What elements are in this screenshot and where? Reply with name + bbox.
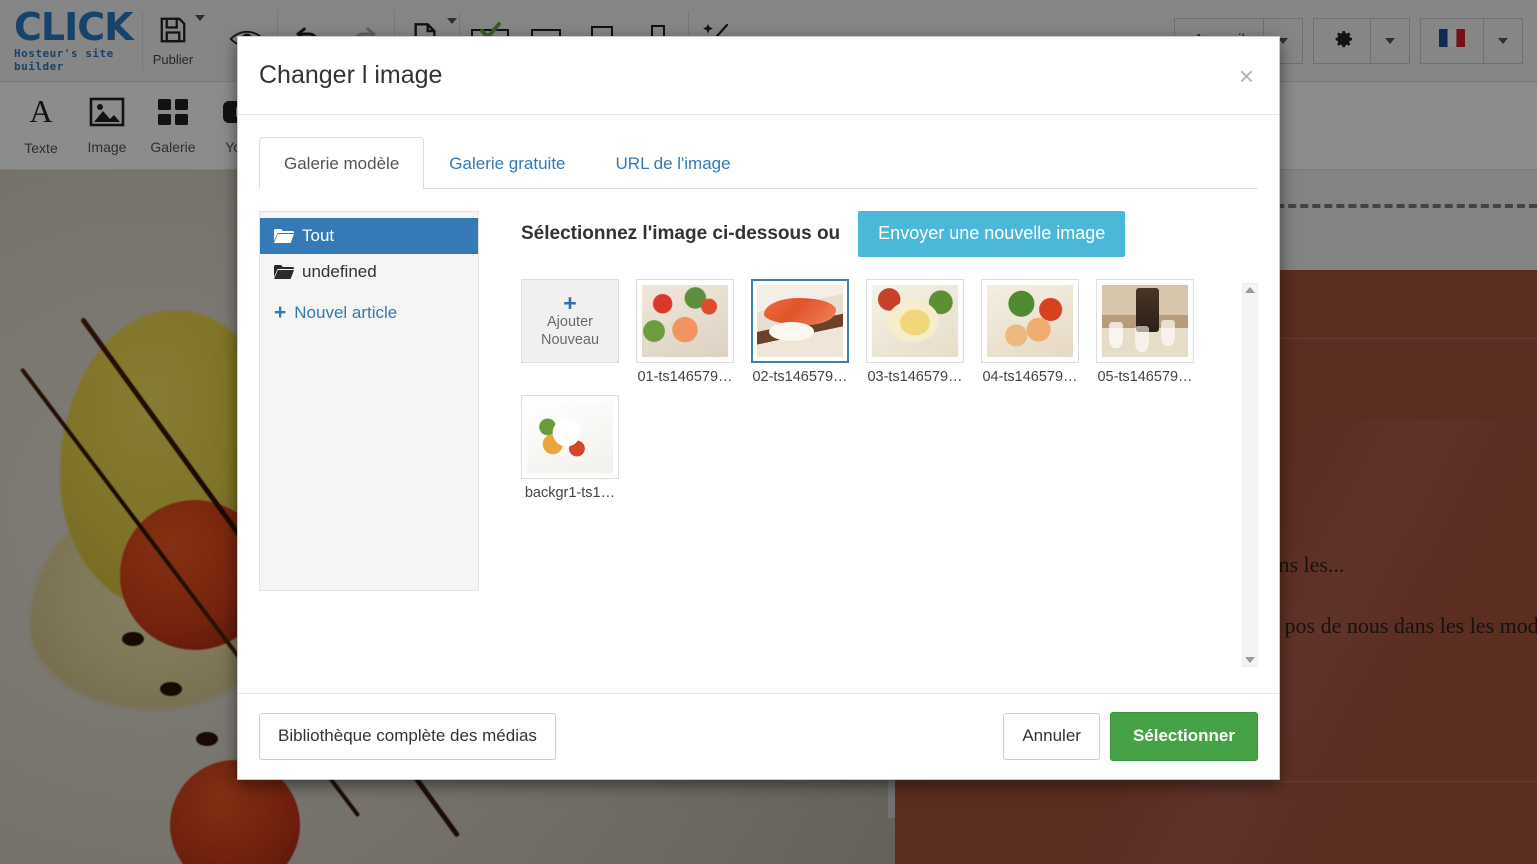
grid-scrollbar[interactable]: [1242, 282, 1258, 667]
add-tile-box: + Ajouter Nouveau: [521, 278, 619, 363]
plus-icon: +: [563, 289, 577, 316]
modal-panes: Tout undefined + Nouvel article Sélectio…: [259, 189, 1258, 693]
grid-header-label: Sélectionnez l'image ci-dessous ou: [521, 222, 841, 244]
scroll-down-arrow-icon[interactable]: [1245, 656, 1255, 663]
new-folder-button[interactable]: + Nouvel article: [260, 290, 478, 330]
folder-icon: [274, 228, 294, 244]
modal-header: Changer l image ×: [238, 37, 1279, 115]
image-thumbnail-selected[interactable]: 02-ts146579…: [751, 278, 849, 385]
image-thumbnail[interactable]: 04-ts146579…: [981, 278, 1079, 385]
folder-item-tout[interactable]: Tout: [260, 218, 478, 254]
tab-galerie-gratuite[interactable]: Galerie gratuite: [424, 137, 590, 189]
thumbnail-caption: 05-ts146579…: [1097, 368, 1193, 385]
modal-title: Changer l image: [259, 61, 443, 89]
tab-url-image[interactable]: URL de l'image: [591, 137, 756, 189]
scroll-up-arrow-icon[interactable]: [1245, 286, 1255, 293]
thumbnail-caption: backgr1-ts1…: [524, 484, 616, 501]
image-thumbnail[interactable]: backgr1-ts1…: [521, 394, 619, 501]
thumbnail-box: [981, 278, 1079, 363]
modal-footer: Bibliothèque complète des médias Annuler…: [238, 693, 1279, 779]
plus-icon: +: [274, 301, 287, 324]
add-tile-line1: Ajouter: [547, 313, 593, 330]
add-tile-line2: Nouveau: [540, 331, 600, 348]
tab-galerie-modele[interactable]: Galerie modèle: [259, 137, 425, 189]
change-image-modal: Changer l image × Galerie modèle Galerie…: [237, 36, 1280, 780]
select-button[interactable]: Sélectionner: [1109, 712, 1258, 761]
thumbnail-box: [1096, 278, 1194, 363]
image-grid-pane: Sélectionnez l'image ci-dessous ou Envoy…: [479, 211, 1258, 693]
folder-list: Tout undefined + Nouvel article: [259, 211, 479, 591]
thumbnail-box: [521, 394, 619, 479]
close-x-icon[interactable]: ×: [1235, 63, 1258, 89]
grid-header: Sélectionnez l'image ci-dessous ou Envoy…: [521, 211, 1258, 257]
image-thumbnail[interactable]: 03-ts146579…: [866, 278, 964, 385]
thumbnail-preview-icon: [527, 400, 613, 473]
thumbnail-box: [866, 278, 964, 363]
image-thumbnail[interactable]: 05-ts146579…: [1096, 278, 1194, 385]
add-new-image-tile[interactable]: + Ajouter Nouveau: [521, 278, 619, 385]
cancel-button[interactable]: Annuler: [1003, 713, 1100, 760]
image-grid: + Ajouter Nouveau 01-ts146579… 02-ts1465…: [521, 278, 1258, 693]
modal-body: Galerie modèle Galerie gratuite URL de l…: [238, 115, 1279, 693]
folder-item-undefined-label: undefined: [302, 262, 377, 281]
footer-actions: Annuler Sélectionner: [1003, 712, 1258, 761]
grid-scroll-area: + Ajouter Nouveau 01-ts146579… 02-ts1465…: [521, 278, 1258, 693]
image-thumbnail[interactable]: 01-ts146579…: [636, 278, 734, 385]
folder-item-tout-label: Tout: [302, 226, 335, 245]
thumbnail-caption: 01-ts146579…: [637, 368, 733, 385]
new-folder-label: Nouvel article: [294, 302, 398, 322]
media-library-button[interactable]: Bibliothèque complète des médias: [259, 713, 556, 760]
thumbnail-preview-icon: [642, 284, 728, 357]
thumbnail-preview-icon: [987, 284, 1073, 357]
thumbnail-box: [636, 278, 734, 363]
upload-new-image-button[interactable]: Envoyer une nouvelle image: [858, 211, 1126, 257]
thumbnail-box: [751, 278, 849, 363]
folder-item-undefined[interactable]: undefined: [260, 254, 478, 290]
thumbnail-caption: 03-ts146579…: [867, 368, 963, 385]
thumbnail-preview-icon: [872, 284, 958, 357]
gallery-tabs: Galerie modèle Galerie gratuite URL de l…: [259, 135, 1258, 189]
thumbnail-preview-icon: [757, 284, 843, 357]
thumbnail-caption: 04-ts146579…: [982, 368, 1078, 385]
thumbnail-preview-icon: [1102, 284, 1188, 357]
thumbnail-caption: 02-ts146579…: [752, 368, 848, 385]
folder-icon: [274, 264, 294, 280]
